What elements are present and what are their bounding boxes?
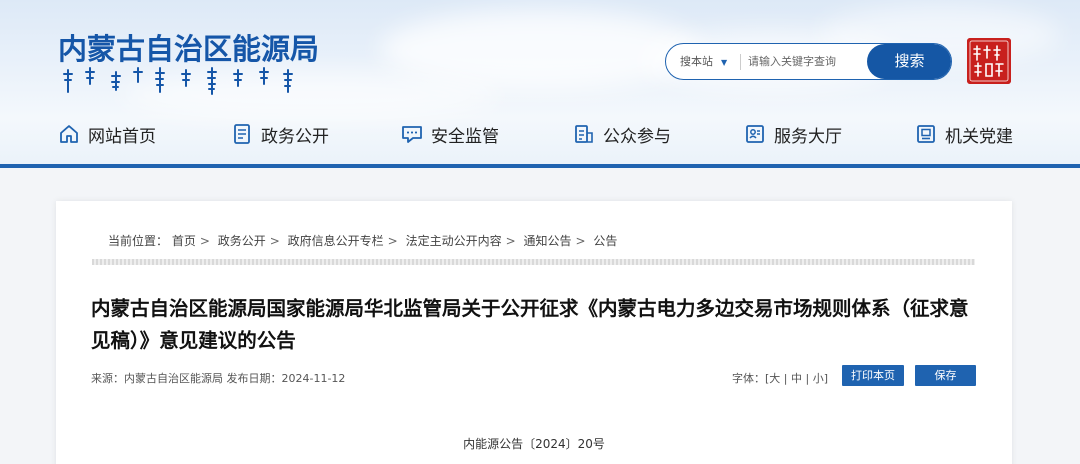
nav-item-public-participation[interactable]: 公众参与 [573,118,671,150]
breadcrumb-item-notices[interactable]: 通知公告 [523,234,571,248]
article-meta: 来源：内蒙古自治区能源局 发布日期：2024-11-12 [91,372,346,385]
header-divider [0,164,1080,168]
font-size-small[interactable]: 小 [813,372,824,385]
search-input[interactable] [748,47,868,76]
badge-icon [917,125,935,143]
print-button[interactable]: 打印本页 [842,365,904,386]
search-box: 搜本站▼ 搜索 [665,43,952,80]
breadcrumb-item-statutory-content[interactable]: 法定主动公开内容 [406,234,502,248]
font-size-control: 字体：[大 | 中 | 小] [732,372,828,385]
font-size-large[interactable]: 大 [769,372,780,385]
breadcrumb-item-info-disclosure[interactable]: 政府信息公开专栏 [288,234,384,248]
breadcrumb-item-government-affairs[interactable]: 政务公开 [218,234,266,248]
nav-item-government-affairs[interactable]: 政务公开 [231,118,329,150]
seal-logo-icon [967,38,1011,84]
home-icon [60,125,78,143]
main-nav: 网站首页 政务公开 安全监管 公众参与 服务大厅 机关党建 [0,118,1080,154]
site-header: 内蒙古自治区能源局 搜本站▼ 搜索 [0,0,1080,168]
font-size-medium[interactable]: 中 [791,372,802,385]
mongolian-script-logo [63,67,293,95]
breadcrumb: 当前位置： 首页 > 政务公开 > 政府信息公开专栏 > 法定主动公开内容 > 通知公告… [108,234,618,248]
breadcrumb-item-announcement[interactable]: 公告 [593,234,617,248]
nav-item-party-building[interactable]: 机关党建 [915,118,1013,150]
breadcrumb-item-home[interactable]: 首页 [172,234,196,248]
divider [92,259,975,265]
search-scope-select[interactable]: 搜本站 ▼ [680,44,727,79]
article-card: 当前位置： 首页 > 政务公开 > 政府信息公开专栏 > 法定主动公开内容 > 通知公告… [56,201,1012,464]
caret-down-icon: ▼ [721,58,728,67]
id-card-icon [746,125,764,143]
clipboard-icon [575,125,593,143]
nav-item-safety-supervision[interactable]: 安全监管 [401,118,499,150]
document-number: 内能源公告〔2024〕20号 [463,437,605,451]
search-button[interactable]: 搜索 [867,44,951,79]
nav-item-service-hall[interactable]: 服务大厅 [744,118,842,150]
save-button[interactable]: 保存 [915,365,976,386]
nav-item-home[interactable]: 网站首页 [58,118,156,150]
document-icon [234,124,250,144]
chat-icon [402,126,422,143]
article-title: 内蒙古自治区能源局国家能源局华北监管局关于公开征求《内蒙古电力多边交易市场规则体… [91,297,969,352]
